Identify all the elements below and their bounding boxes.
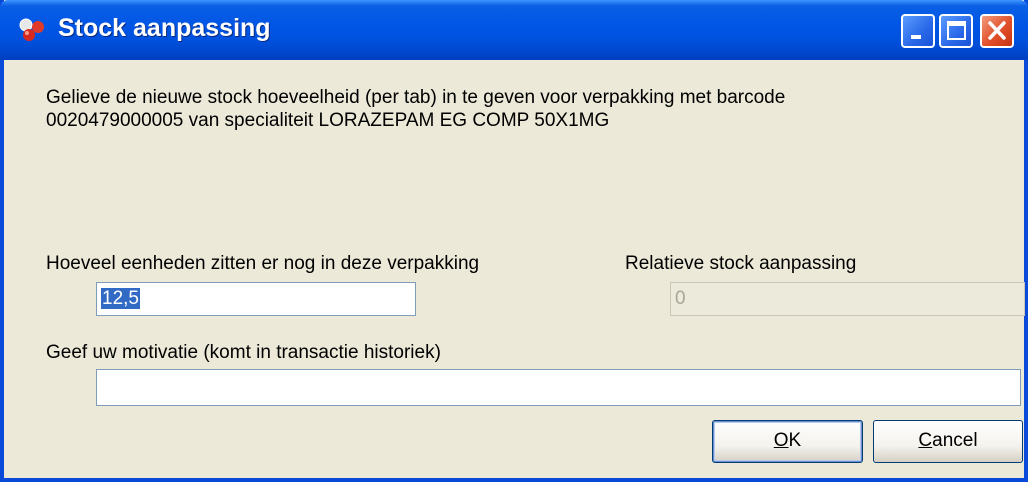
app-icon (19, 18, 44, 41)
motivation-label: Geef uw motivatie (komt in transactie hi… (46, 342, 441, 363)
minimize-button[interactable] (901, 14, 935, 48)
minimize-icon (911, 35, 921, 39)
stock-dialog-window (0, 0, 1028, 482)
message-line-1: Gelieve de nieuwe stock hoeveelheid (per… (46, 87, 786, 108)
title-bar[interactable]: Stock aanpassing (0, 0, 1028, 60)
close-button[interactable] (980, 14, 1014, 48)
close-icon (988, 21, 1006, 40)
cancel-label-rest: ancel (932, 430, 978, 451)
ok-button[interactable]: OK (712, 420, 863, 463)
units-input-value: 12,5 (101, 288, 140, 309)
maximize-button[interactable] (939, 14, 973, 48)
motivation-input[interactable] (96, 369, 1021, 406)
relative-stock-input: 0 (670, 282, 1025, 316)
relative-stock-value: 0 (675, 288, 686, 309)
window-title: Stock aanpassing (58, 14, 271, 42)
message-line-2: 0020479000005 van specialiteit LORAZEPAM… (46, 110, 610, 131)
cancel-accelerator: C (918, 430, 933, 451)
relative-stock-label: Relatieve stock aanpassing (625, 253, 857, 274)
ok-label-rest: K (788, 430, 802, 451)
ok-accelerator: O (773, 430, 789, 451)
units-input[interactable]: 12,5 (96, 282, 416, 316)
units-label: Hoeveel eenheden zitten er nog in deze v… (46, 253, 480, 274)
maximize-icon (947, 21, 966, 40)
cancel-button[interactable]: Cancel (873, 420, 1023, 463)
